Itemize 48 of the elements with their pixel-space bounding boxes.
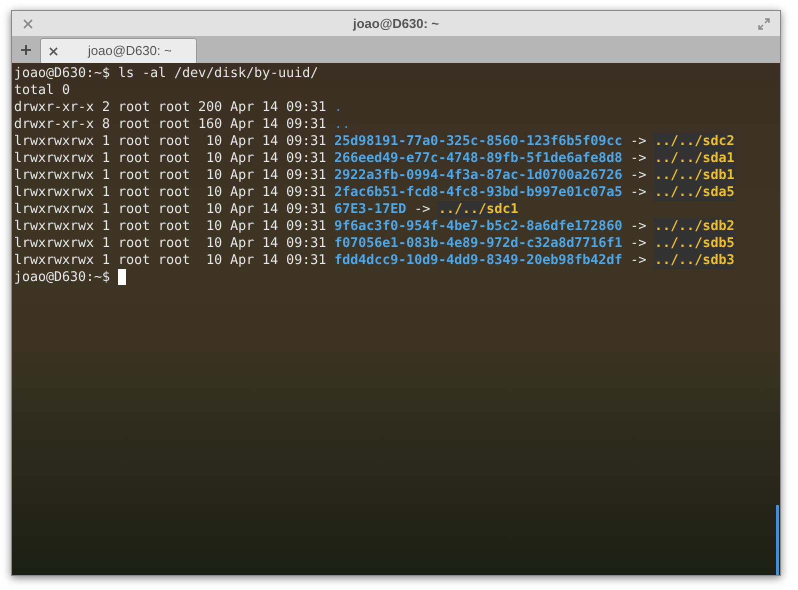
symlink-name: 9f6ac3f0-954f-4be7-b5c2-8a6dfe172860 [334,218,622,235]
terminal-text: lrwxrwxrwx 1 root root 10 Apr 14 09:31 [14,150,328,167]
symlink-name: 2fac6b51-fcd8-4fc8-93bd-b997e01c07a5 [334,184,622,201]
close-icon [23,18,33,28]
terminal-text: lrwxrwxrwx 1 root root 10 Apr 14 09:31 [14,167,328,184]
text-cursor [118,269,126,285]
link-target: ../../sdc1 [438,201,518,218]
symlink-name: f07056e1-083b-4e89-972d-c32a8d7716f1 [334,235,622,252]
terminal-text: -> [629,184,648,201]
symlink-name: 2922a3fb-0994-4f3a-87ac-1d0700a26726 [334,167,622,184]
directory-name: .. [334,116,350,133]
link-target: ../../sdb5 [654,235,735,252]
link-target: ../../sdb2 [654,218,735,235]
symlink-name: 25d98191-77a0-325c-8560-123f6b5f09cc [334,133,622,150]
terminal-text: lrwxrwxrwx 1 root root 10 Apr 14 09:31 [14,184,328,201]
link-target: ../../sdb3 [654,252,735,269]
terminal-text: -> [629,218,648,235]
terminal-text: drwxr-xr-x 8 root root 160 Apr 14 09:31 [14,116,328,133]
scrollbar[interactable] [776,505,779,575]
symlink-name: fdd4dcc9-10d9-4dd9-8349-20eb98fb42df [334,252,622,269]
close-icon[interactable] [49,46,58,56]
plus-icon [20,44,32,56]
terminal-tab[interactable]: joao@D630: ~ [40,38,197,63]
symlink-name: 266eed49-e77c-4748-89fb-5f1de6afe8d8 [334,150,622,167]
window-title: joao@D630: ~ [352,14,440,33]
expand-arrows-icon [758,18,770,30]
link-target: ../../sdb1 [654,167,735,184]
link-target: ../../sdc2 [654,133,735,150]
terminal-text: lrwxrwxrwx 1 root root 10 Apr 14 09:31 [14,235,328,252]
terminal-text: drwxr-xr-x 2 root root 200 Apr 14 09:31 [14,99,328,116]
terminal-text: joao@D630:~$ ls -al /dev/disk/by-uuid/ [14,65,318,82]
directory-name: . [334,99,342,116]
terminal-text: joao@D630:~$ [14,269,112,286]
link-target: ../../sda1 [654,150,735,167]
terminal-text: lrwxrwxrwx 1 root root 10 Apr 14 09:31 [14,218,328,235]
terminal-text: -> [629,150,648,167]
terminal-text: -> [629,167,648,184]
terminal-text: -> [629,252,648,269]
terminal-text: lrwxrwxrwx 1 root root 10 Apr 14 09:31 [14,201,328,218]
terminal-text: -> [629,133,648,150]
terminal-text: -> [629,235,648,252]
terminal-text: -> [413,201,432,218]
terminal-text: total 0 [14,82,70,99]
symlink-name: 67E3-17ED [334,201,406,218]
terminal-text: lrwxrwxrwx 1 root root 10 Apr 14 09:31 [14,252,328,269]
terminal-text: lrwxrwxrwx 1 root root 10 Apr 14 09:31 [14,133,328,150]
maximize-button[interactable] [756,16,772,32]
link-target: ../../sda5 [654,184,735,201]
